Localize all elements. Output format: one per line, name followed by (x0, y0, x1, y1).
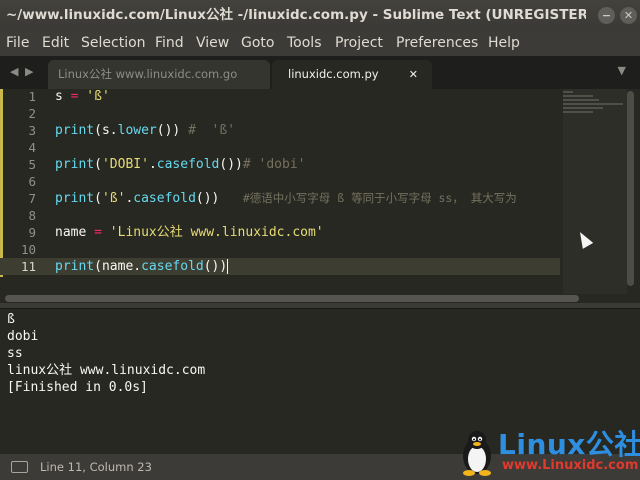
line-number: 9 (28, 225, 36, 240)
vertical-scrollbar[interactable] (627, 91, 634, 286)
code-text: print(s.lower()) # 'ß' (55, 123, 236, 138)
code-editor[interactable]: 1 s = 'ß' 2 3 print(s.lower()) # 'ß' 4 5… (0, 89, 640, 294)
title-bar: ~/www.linuxidc.com/Linux公社 -/linuxidc.co… (0, 0, 640, 31)
line-number: 8 (28, 208, 36, 223)
menu-project[interactable]: Project (335, 31, 383, 56)
menu-bar: File Edit Selection Find View Goto Tools… (0, 31, 640, 56)
output-line: dobi (7, 329, 39, 344)
watermark-logo: Linux公社 www.Linuxidc.com (458, 428, 640, 480)
show-panel-icon[interactable] (11, 461, 28, 473)
tab-linuxidc-py[interactable]: linuxidc.com.py ✕ (272, 60, 432, 89)
code-text: print('ß'.casefold()) #德语中小写字母 ß 等同于小写字母… (55, 191, 517, 206)
output-line: ß (7, 312, 15, 327)
code-line[interactable]: 6 (0, 173, 560, 190)
cursor-position[interactable]: Line 11, Column 23 (40, 454, 152, 480)
code-line[interactable]: 2 (0, 105, 560, 122)
tab-forward-icon[interactable]: ▶ (25, 65, 33, 78)
line-number: 1 (28, 89, 36, 104)
window-title: ~/www.linuxidc.com/Linux公社 -/linuxidc.co… (6, 7, 586, 23)
output-line: linux公社 www.linuxidc.com (7, 363, 206, 378)
tab-back-icon[interactable]: ◀ (10, 65, 18, 78)
menu-goto[interactable]: Goto (241, 31, 274, 56)
line-number: 3 (28, 123, 36, 138)
menu-find[interactable]: Find (155, 31, 184, 56)
code-line[interactable]: 7 print('ß'.casefold()) #德语中小写字母 ß 等同于小写… (0, 190, 560, 207)
menu-edit[interactable]: Edit (42, 31, 69, 56)
tab-linuxidc-go[interactable]: Linux公社 www.linuxidc.com.go (48, 60, 270, 89)
line-number: 2 (28, 106, 36, 121)
menu-file[interactable]: File (6, 31, 29, 56)
code-line[interactable]: 4 (0, 139, 560, 156)
code-text: print(name.casefold()) (55, 259, 229, 274)
code-line-current[interactable]: 11 print(name.casefold()) (0, 258, 560, 275)
code-line[interactable]: 5 print('DOBI'.casefold())# 'dobi' (0, 156, 560, 173)
code-line[interactable]: 9 name = 'Linux公社 www.linuxidc.com' (0, 224, 560, 241)
menu-preferences[interactable]: Preferences (396, 31, 478, 56)
watermark-brand: Linux公社 (498, 428, 640, 461)
penguin-icon (463, 431, 491, 476)
line-number: 7 (28, 191, 36, 206)
watermark-url: www.Linuxidc.com (502, 458, 639, 473)
line-number: 4 (28, 140, 36, 155)
code-text: print('DOBI'.casefold())# 'dobi' (55, 157, 306, 172)
menu-tools[interactable]: Tools (287, 31, 322, 56)
code-line[interactable]: 1 s = 'ß' (0, 88, 560, 105)
tab-label: linuxidc.com.py (288, 67, 379, 81)
line-number: 5 (28, 157, 36, 172)
close-window-button[interactable]: ✕ (620, 7, 637, 24)
tab-bar: ◀ ▶ Linux公社 www.linuxidc.com.go linuxidc… (0, 56, 640, 89)
minimize-button[interactable]: − (598, 7, 615, 24)
line-number: 11 (20, 259, 36, 274)
minimap[interactable] (563, 91, 627, 131)
line-number: 10 (20, 242, 36, 257)
code-line[interactable]: 3 print(s.lower()) # 'ß' (0, 122, 560, 139)
output-line: [Finished in 0.0s] (7, 380, 148, 395)
code-line[interactable]: 8 (0, 207, 560, 224)
output-line: ss (7, 346, 23, 361)
code-text: name = 'Linux公社 www.linuxidc.com' (55, 225, 324, 240)
line-number: 6 (28, 174, 36, 189)
code-line[interactable]: 10 (0, 241, 560, 258)
horizontal-scrollbar[interactable] (5, 295, 579, 302)
text-cursor (227, 259, 229, 274)
tab-dropdown-icon[interactable]: ▼ (618, 64, 626, 77)
close-tab-icon[interactable]: ✕ (409, 60, 418, 89)
code-text: s = 'ß' (55, 89, 110, 104)
menu-help[interactable]: Help (488, 31, 520, 56)
menu-selection[interactable]: Selection (81, 31, 146, 56)
menu-view[interactable]: View (196, 31, 229, 56)
tab-label: Linux公社 www.linuxidc.com.go (58, 67, 238, 81)
